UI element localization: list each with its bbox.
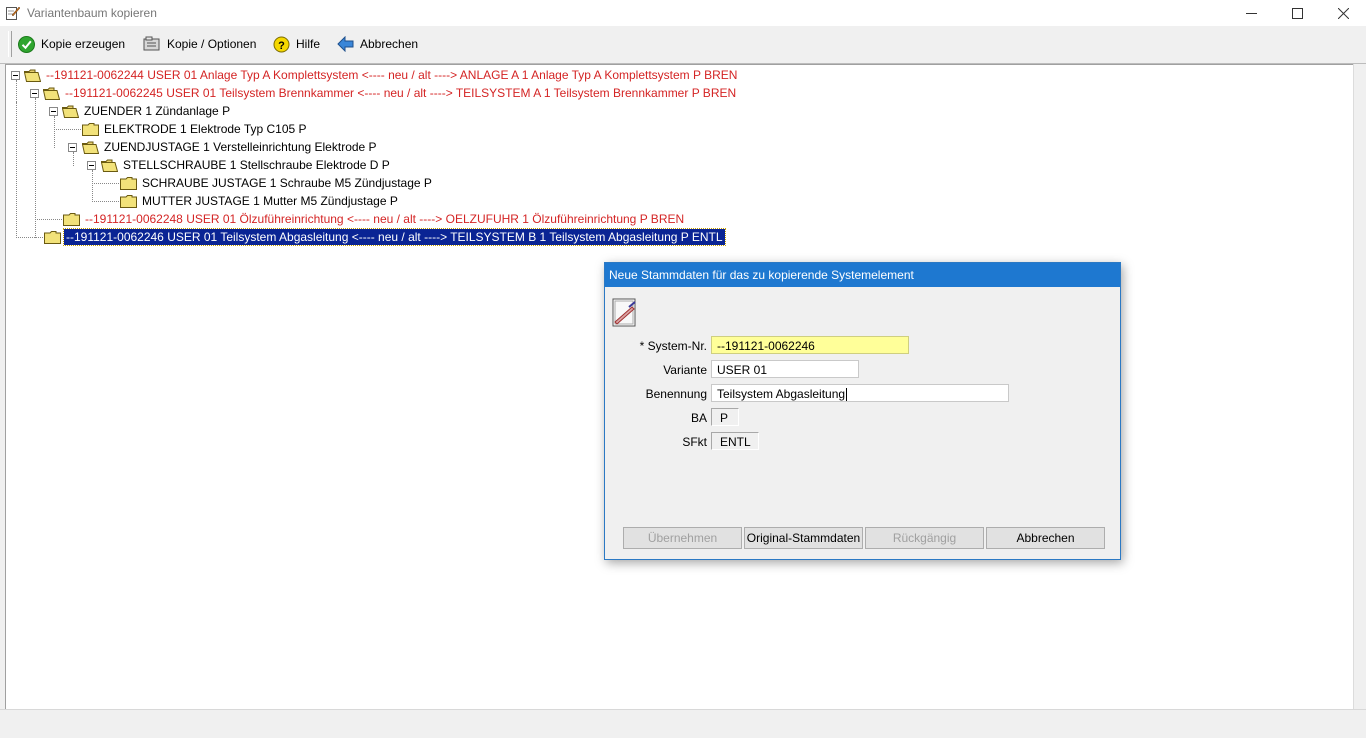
system-nr-input[interactable]: --191121-0062246 [711,336,909,354]
tree-node-label: --191121-0062248 USER 01 Ölzuführeinrich… [85,212,685,226]
variante-input[interactable]: USER 01 [711,360,859,378]
tree-node[interactable]: ELEKTRODE 1 Elektrode Typ C105 P [82,120,309,138]
dialog-title-bar: Neue Stammdaten für das zu kopierende Sy… [605,263,1120,287]
dialog-title: Neue Stammdaten für das zu kopierende Sy… [609,268,914,282]
status-bar [0,709,1366,738]
open-folder-icon [24,69,41,82]
collapse-icon[interactable] [49,107,58,116]
tree-node-label: ELEKTRODE 1 Elektrode Typ C105 P [104,122,307,136]
open-folder-icon [82,141,99,154]
tree-node[interactable]: ZUENDJUSTAGE 1 Verstelleinrichtung Elekt… [82,138,379,156]
open-folder-icon [43,87,60,100]
undo-button[interactable]: Rückgängig [865,527,984,549]
ba-value: P [711,408,739,426]
edit-document-icon [612,298,636,327]
tree-node[interactable]: MUTTER JUSTAGE 1 Mutter M5 Zündjustage P [120,192,400,210]
benennung-value: Teilsystem Abgasleitung [717,387,846,401]
create-copy-label: Kopie erzeugen [41,37,126,51]
toolbar-grip[interactable] [8,31,12,57]
cancel-button[interactable]: Abbrechen [337,34,418,54]
sfkt-label: SFkt [682,435,707,449]
original-data-button[interactable]: Original-Stammdaten [744,527,863,549]
tree-node[interactable]: STELLSCHRAUBE 1 Stellschraube Elektrode … [101,156,392,174]
collapse-icon[interactable] [11,71,20,80]
collapse-icon[interactable] [30,89,39,98]
collapse-icon[interactable] [68,143,77,152]
tree-node[interactable]: ZUENDER 1 Zündanlage P [62,102,232,120]
check-icon [18,35,35,53]
minimize-icon [1245,12,1257,14]
tree-node-label: STELLSCHRAUBE 1 Stellschraube Elektrode … [123,158,390,172]
tree-node-label: SCHRAUBE JUSTAGE 1 Schraube M5 Zündjusta… [142,176,432,190]
create-copy-button[interactable]: Kopie erzeugen [18,34,125,54]
open-folder-icon [62,105,79,118]
sfkt-value: ENTL [711,432,759,450]
close-button[interactable] [1320,0,1366,26]
tree-node[interactable]: --191121-0062245 USER 01 Teilsystem Bren… [43,84,738,102]
copy-options-button[interactable]: Kopie / Optionen [143,34,256,54]
tree-node-selected[interactable]: --191121-0062246 USER 01 Teilsystem Abga… [44,228,726,246]
benennung-label: Benennung [645,387,707,401]
minimize-button[interactable] [1228,0,1274,26]
help-button[interactable]: ? Hilfe [273,34,320,54]
cancel-label: Abbrechen [360,37,419,51]
edit-document-icon [6,6,20,20]
apply-button[interactable]: Übernehmen [623,527,742,549]
folder-icon [44,230,61,244]
master-data-dialog: Neue Stammdaten für das zu kopierende Sy… [604,262,1121,560]
tree-node-label: ZUENDER 1 Zündanlage P [84,104,231,118]
folder-options-icon [143,36,160,51]
tree-node[interactable]: SCHRAUBE JUSTAGE 1 Schraube M5 Zündjusta… [120,174,434,192]
svg-text:?: ? [278,39,285,51]
close-icon [1337,7,1349,19]
collapse-icon[interactable] [87,161,96,170]
vertical-scrollbar[interactable] [1353,64,1366,709]
folder-icon [120,194,137,208]
text-caret [846,388,848,402]
tree-node[interactable]: --191121-0062248 USER 01 Ölzuführeinrich… [63,210,686,228]
folder-icon [82,122,99,136]
maximize-icon [1291,7,1303,19]
benennung-input[interactable]: Teilsystem Abgasleitung [711,384,1009,402]
open-folder-icon [101,159,118,172]
tree-node-label: --191121-0062246 USER 01 Teilsystem Abga… [63,228,726,246]
copy-options-label: Kopie / Optionen [167,37,257,51]
tree-node[interactable]: --191121-0062244 USER 01 Anlage Typ A Ko… [24,66,739,84]
maximize-button[interactable] [1274,0,1320,26]
title-bar: Variantenbaum kopieren [0,0,1366,26]
tree-node-label: --191121-0062244 USER 01 Anlage Typ A Ko… [46,68,738,82]
ba-label: BA [690,411,707,425]
help-icon: ? [273,36,290,52]
back-arrow-icon [337,36,354,52]
folder-icon [63,212,80,226]
system-nr-label: * System-Nr. [639,339,707,353]
folder-icon [120,176,137,190]
window-title: Variantenbaum kopieren [27,6,157,20]
tree-node-label: ZUENDJUSTAGE 1 Verstelleinrichtung Elekt… [104,140,377,154]
tree-node-label: MUTTER JUSTAGE 1 Mutter M5 Zündjustage P [142,194,398,208]
variante-label: Variante [663,363,707,377]
tree-node-label: --191121-0062245 USER 01 Teilsystem Bren… [65,86,737,100]
help-label: Hilfe [296,37,321,51]
dialog-cancel-button[interactable]: Abbrechen [986,527,1105,549]
toolbar: Kopie erzeugen Kopie / Optionen ? Hilfe … [0,26,1366,64]
